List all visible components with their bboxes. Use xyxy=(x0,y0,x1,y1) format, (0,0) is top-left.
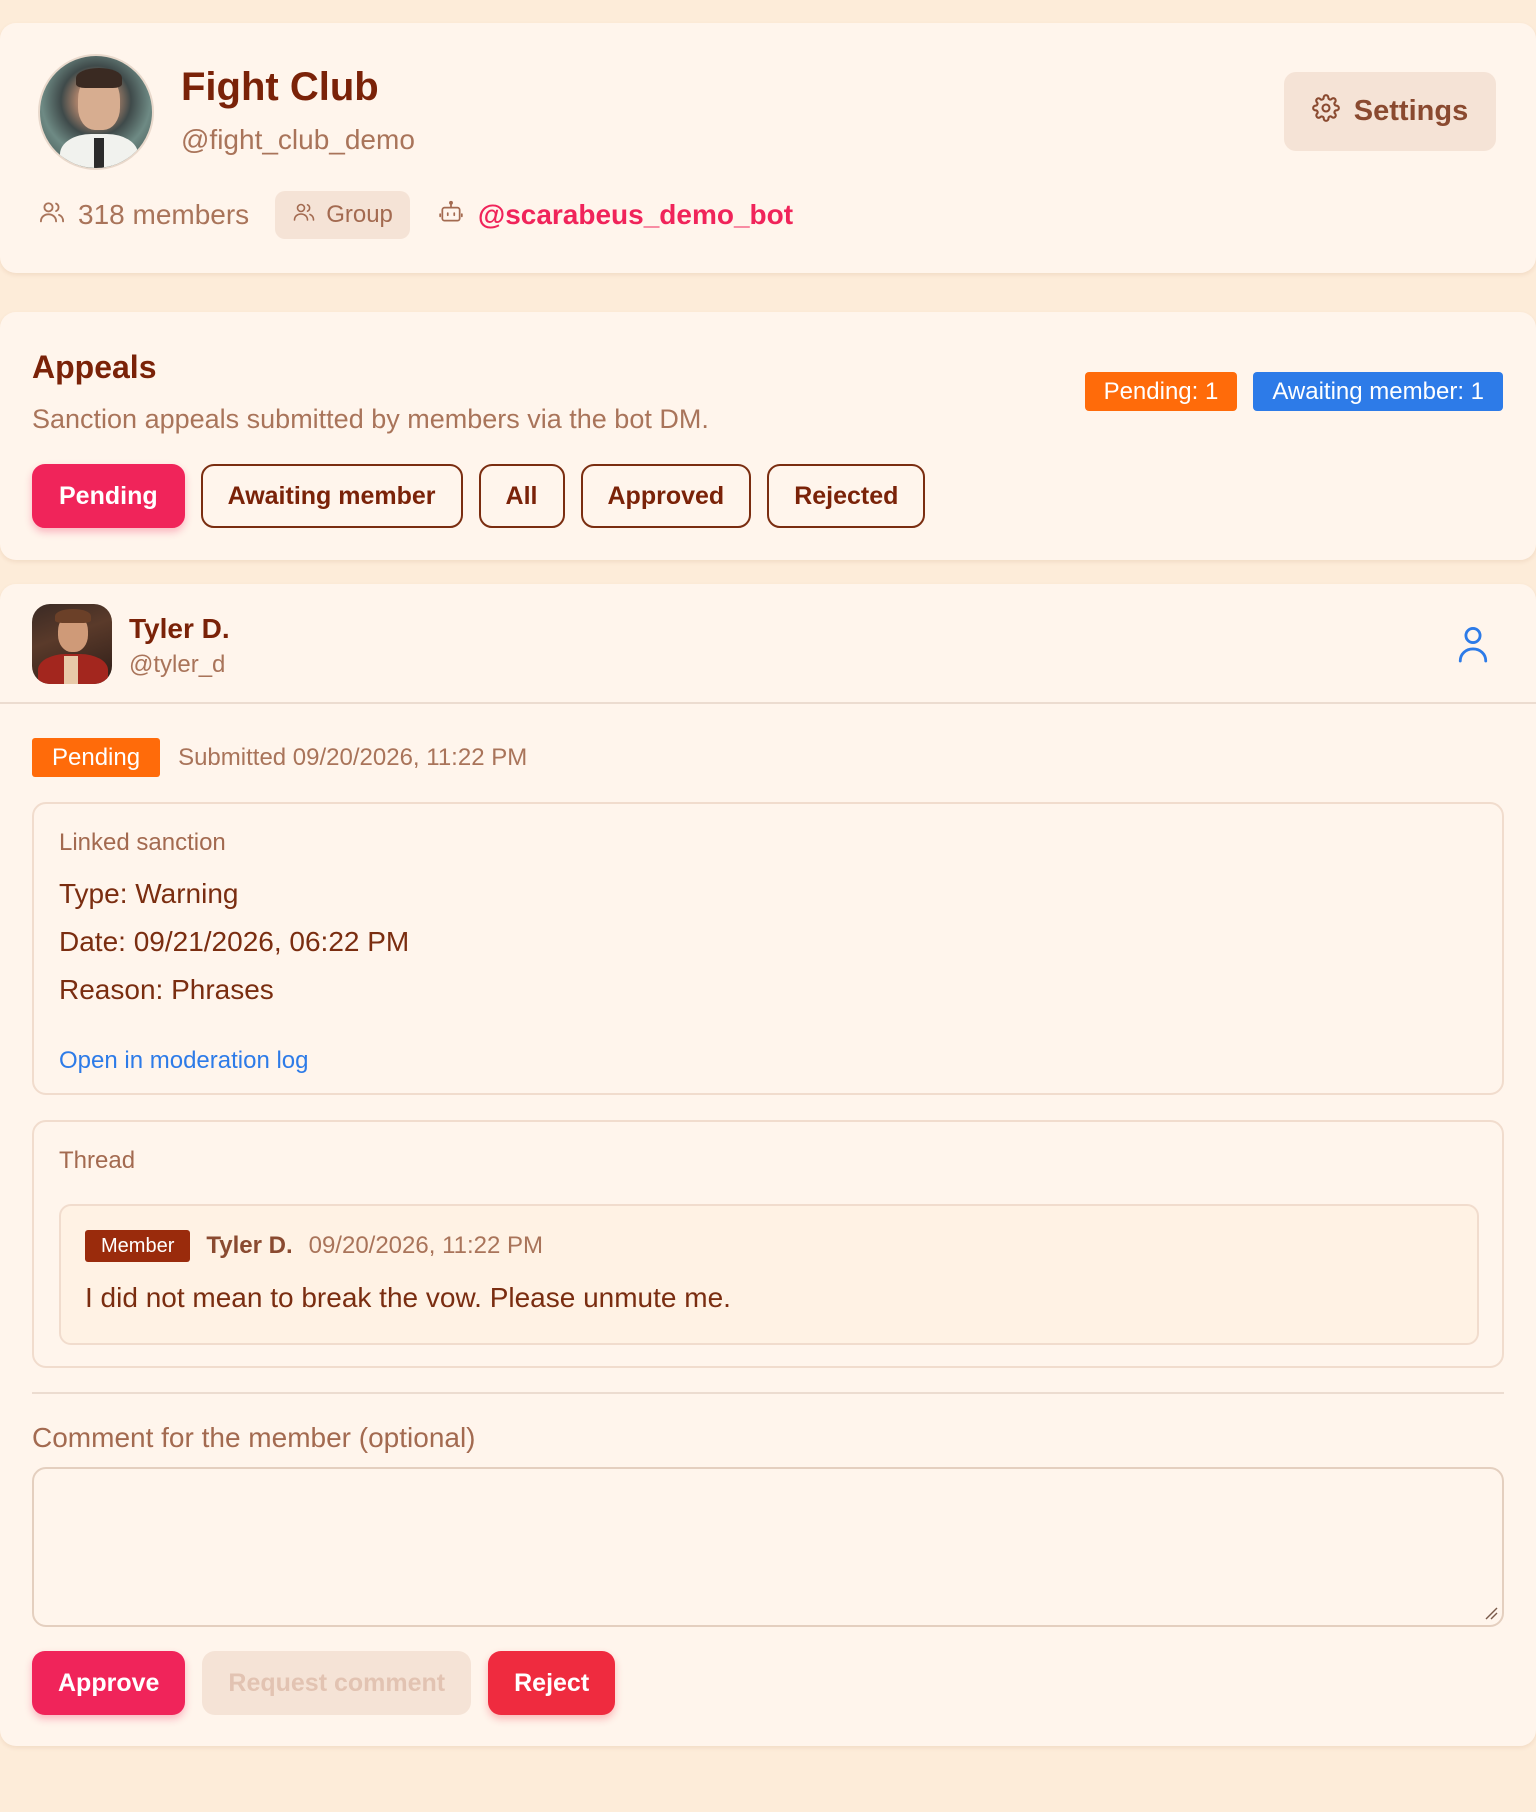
role-badge: Member xyxy=(85,1230,191,1262)
thread-message: Member Tyler D. 09/20/2026, 11:22 PM I d… xyxy=(59,1204,1479,1345)
sanction-type: Type: Warning xyxy=(59,878,239,909)
linked-sanction-label: Linked sanction xyxy=(59,829,226,856)
filter-awaiting-member[interactable]: Awaiting member xyxy=(200,464,463,528)
avatar xyxy=(32,604,112,684)
appeal-status-row: Pending Submitted 09/20/2026, 11:22 PM xyxy=(32,738,527,777)
moderation-log-link[interactable]: Open in moderation log xyxy=(59,1047,309,1075)
message-header: Member Tyler D. 09/20/2026, 11:22 PM xyxy=(85,1230,543,1262)
divider xyxy=(32,1392,1504,1394)
message-author: Tyler D. xyxy=(206,1232,293,1259)
filter-pending[interactable]: Pending xyxy=(32,464,185,528)
message-text: I did not mean to break the vow. Please … xyxy=(85,1282,731,1313)
thread-label: Thread xyxy=(59,1147,136,1174)
group-avatar xyxy=(38,54,154,170)
settings-button[interactable]: Settings xyxy=(1284,72,1496,151)
user-profile-icon[interactable] xyxy=(1456,624,1490,669)
count-badges: Pending: 1 Awaiting member: 1 xyxy=(1084,372,1503,411)
comment-label: Comment for the member (optional) xyxy=(32,1422,476,1453)
linked-sanction-box: Linked sanction Type: Warning Date: 09/2… xyxy=(32,802,1504,1095)
group-title: Fight Club xyxy=(181,65,379,109)
bot-icon xyxy=(438,199,464,232)
reject-button[interactable]: Reject xyxy=(488,1651,616,1715)
bot-handle: @scarabeus_demo_bot xyxy=(477,199,794,230)
user-name: Tyler D. xyxy=(129,613,230,644)
appeal-user-row: Tyler D. @tyler_d xyxy=(0,584,1536,704)
status-filters: Pending Awaiting member All Approved Rej… xyxy=(32,464,926,528)
chat-type-badge: Group xyxy=(275,191,410,239)
member-count: 318 members xyxy=(38,198,249,233)
filter-all[interactable]: All xyxy=(478,464,565,528)
filter-rejected[interactable]: Rejected xyxy=(767,464,926,528)
settings-label: Settings xyxy=(1353,95,1469,127)
group-header-card: Fight Club @fight_club_demo Settings 318… xyxy=(0,23,1536,273)
pending-count-badge: Pending: 1 xyxy=(1084,372,1238,411)
comment-input[interactable] xyxy=(32,1467,1504,1627)
resize-handle-icon[interactable] xyxy=(1484,1606,1498,1625)
member-count-text: 318 members xyxy=(78,199,250,230)
request-comment-button[interactable]: Request comment xyxy=(202,1651,472,1715)
appeal-actions: Approve Request comment Reject xyxy=(32,1651,616,1715)
message-time: 09/20/2026, 11:22 PM xyxy=(308,1232,544,1259)
appeal-card: Tyler D. @tyler_d Pending Submitted 09/2… xyxy=(0,584,1536,1746)
bot-link[interactable]: @scarabeus_demo_bot xyxy=(438,199,793,232)
group-icon xyxy=(292,200,316,231)
page-title: Appeals xyxy=(32,349,157,385)
user-handle: @tyler_d xyxy=(129,651,226,678)
awaiting-count-badge: Awaiting member: 1 xyxy=(1253,372,1503,411)
gear-icon xyxy=(1311,93,1340,130)
group-handle: @fight_club_demo xyxy=(181,124,415,155)
sanction-reason: Reason: Phrases xyxy=(59,974,274,1005)
approve-button[interactable]: Approve xyxy=(32,1651,186,1715)
chat-type-label: Group xyxy=(326,201,393,228)
appeals-card: Appeals Sanction appeals submitted by me… xyxy=(0,312,1536,560)
filter-approved[interactable]: Approved xyxy=(580,464,752,528)
page-description: Sanction appeals submitted by members vi… xyxy=(32,404,709,434)
group-meta: 318 members Group @scarabeus_demo_bot xyxy=(38,191,793,239)
thread-box: Thread Member Tyler D. 09/20/2026, 11:22… xyxy=(32,1120,1504,1368)
submitted-time: Submitted 09/20/2026, 11:22 PM xyxy=(178,743,528,771)
status-badge: Pending xyxy=(32,738,161,777)
sanction-date: Date: 09/21/2026, 06:22 PM xyxy=(59,926,410,957)
members-icon xyxy=(38,198,66,233)
